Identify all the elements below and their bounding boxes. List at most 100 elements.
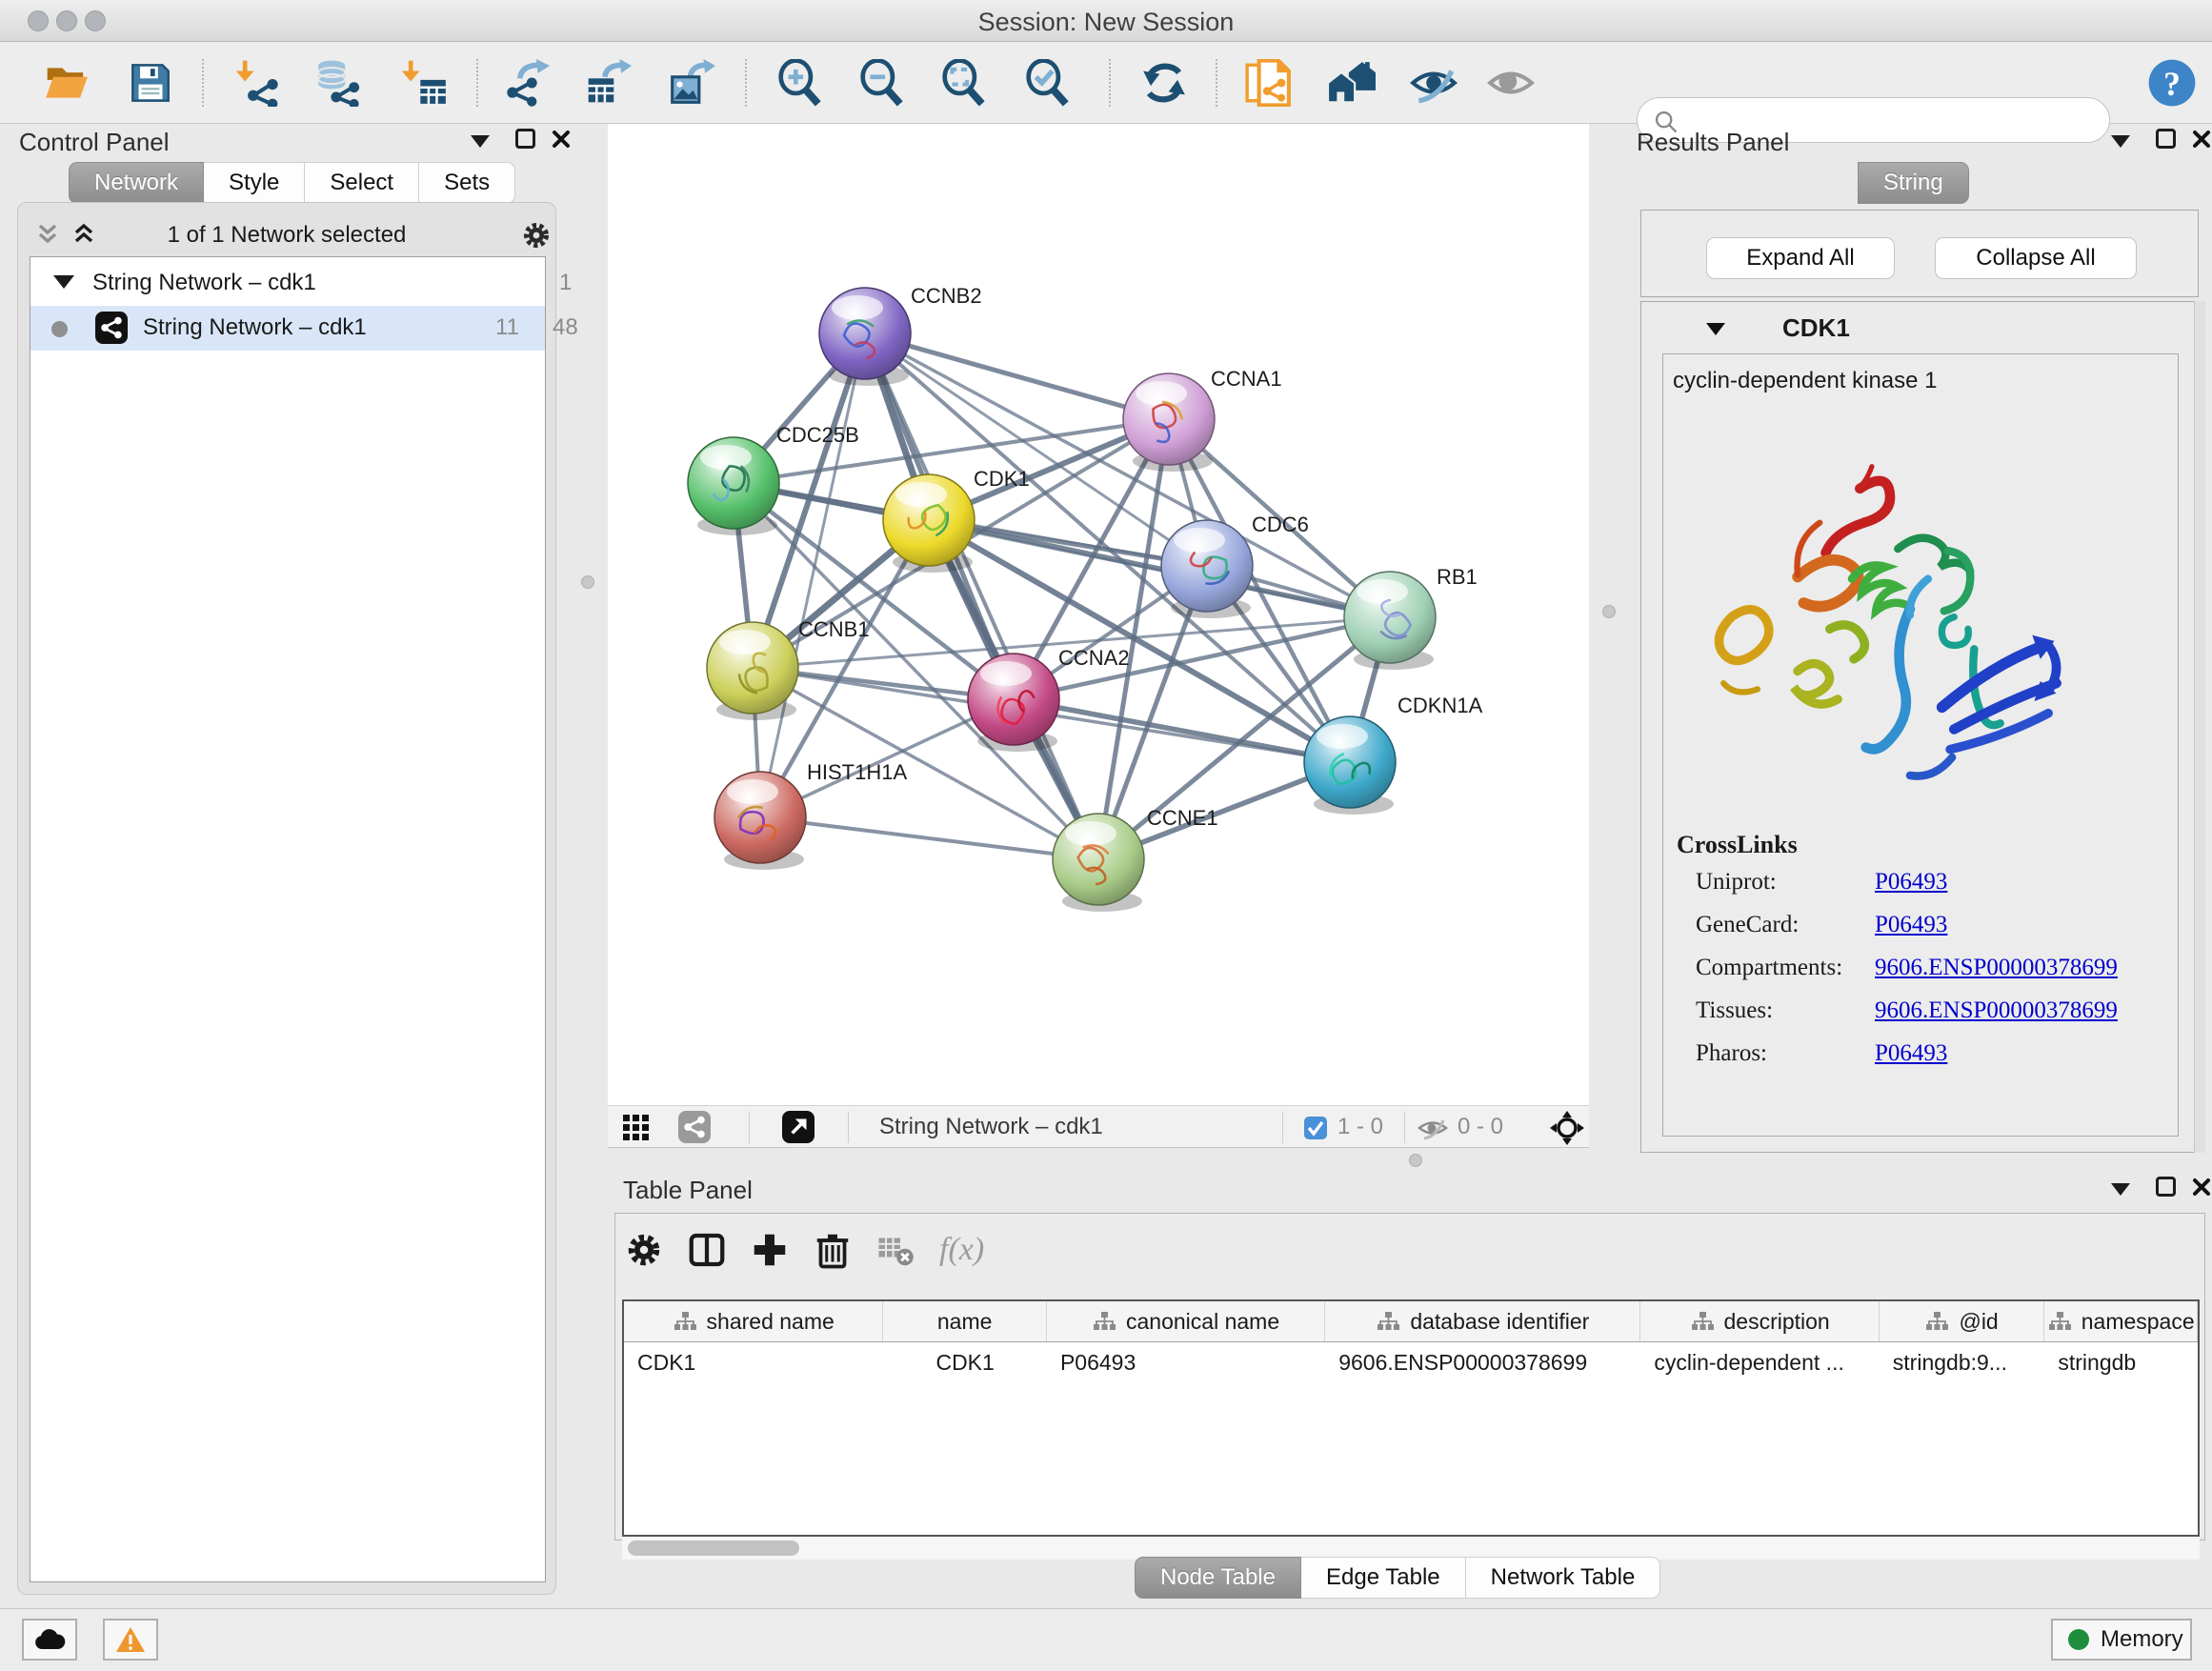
show-columns-icon[interactable] (688, 1231, 726, 1269)
save-session-icon[interactable] (124, 56, 177, 110)
column-header-namespace[interactable]: namespace (2044, 1301, 2198, 1341)
network-canvas[interactable]: CCNB2CCNA1CDC25BCDK1CDC6RB1CCNB1CCNA2CDK… (608, 124, 1589, 1105)
network-edge-CCNB2-HIST1H1A[interactable] (760, 333, 865, 817)
cloud-button[interactable] (22, 1619, 77, 1661)
crosslink-value-link[interactable]: 9606.ENSP00000378699 (1875, 997, 2118, 1024)
table-cell[interactable]: cyclin-dependent ... (1640, 1342, 1879, 1384)
import-network-icon[interactable] (232, 56, 286, 110)
zoom-fit-icon[interactable] (937, 56, 991, 110)
zoom-selected-icon[interactable] (1021, 56, 1075, 110)
fit-content-crosshair-icon[interactable] (1549, 1110, 1585, 1146)
memory-button[interactable]: Memory (2051, 1619, 2192, 1661)
table-cell[interactable]: stringdb (2044, 1342, 2198, 1384)
network-edge-CCNB2-RB1[interactable] (865, 333, 1390, 617)
zoom-in-icon[interactable] (774, 56, 827, 110)
network-node-CDC6[interactable] (1161, 520, 1253, 618)
panel-close-icon[interactable] (2191, 129, 2212, 150)
left-splitter-handle[interactable] (581, 575, 594, 589)
hide-unhide-icon[interactable] (1407, 56, 1460, 110)
open-session-icon[interactable] (40, 56, 93, 110)
tree-expander-icon[interactable] (53, 275, 74, 289)
clone-network-icon[interactable] (1241, 56, 1295, 110)
add-column-icon[interactable] (751, 1231, 789, 1269)
results-scrollbar[interactable] (2194, 301, 2205, 1153)
tab-string[interactable]: String (1858, 162, 1969, 204)
column-header-canonical-name[interactable]: canonical name (1047, 1301, 1325, 1341)
hidden-eye-slash-icon[interactable] (1418, 1115, 1448, 1141)
network-edge-HIST1H1A-CCNE1[interactable] (760, 817, 1098, 859)
tree-column-icon (1376, 1311, 1400, 1332)
open-in-window-button[interactable] (782, 1111, 814, 1143)
table-gear-icon[interactable] (625, 1231, 663, 1269)
crosslink-value-link[interactable]: P06493 (1875, 1040, 1947, 1067)
export-network-icon[interactable] (499, 56, 553, 110)
table-cell[interactable]: CDK1 (883, 1342, 1047, 1384)
refresh-icon[interactable] (1137, 56, 1191, 110)
import-table-icon[interactable] (398, 56, 452, 110)
column-header-name[interactable]: name (883, 1301, 1047, 1341)
panel-close-icon[interactable] (551, 129, 572, 150)
hscrollbar-thumb[interactable] (628, 1540, 799, 1556)
network-node-RB1[interactable] (1344, 572, 1436, 670)
import-network-from-database-icon[interactable] (312, 56, 366, 110)
network-node-CDK1[interactable] (883, 474, 975, 573)
network-node-CDC25B[interactable] (688, 437, 779, 535)
export-table-icon[interactable] (581, 56, 634, 110)
horizontal-splitter-handle[interactable] (1409, 1154, 1422, 1167)
network-collection-row[interactable]: String Network – cdk1 1 (30, 261, 545, 306)
tab-style[interactable]: Style (204, 162, 305, 204)
network-node-CCNB1[interactable] (707, 622, 798, 720)
panel-close-icon[interactable] (2191, 1177, 2212, 1198)
network-node-CDKN1A[interactable] (1304, 716, 1396, 815)
network-node-HIST1H1A[interactable] (714, 772, 806, 870)
tab-network-table[interactable]: Network Table (1466, 1557, 1661, 1599)
expand-all-button[interactable]: Expand All (1706, 237, 1895, 279)
network-edge-CCNB2-CCNA1[interactable] (865, 333, 1169, 419)
table-cell[interactable]: CDK1 (624, 1342, 883, 1384)
panel-collapse-icon[interactable] (2111, 135, 2130, 148)
tab-select[interactable]: Select (305, 162, 419, 204)
tab-sets[interactable]: Sets (419, 162, 515, 204)
panel-float-icon[interactable] (515, 129, 535, 149)
column-header-description[interactable]: description (1640, 1301, 1879, 1341)
collapse-all-button[interactable]: Collapse All (1935, 237, 2137, 279)
table-cell[interactable]: 9606.ENSP00000378699 (1325, 1342, 1640, 1384)
export-image-icon[interactable] (665, 56, 718, 110)
column-header-@id[interactable]: @id (1880, 1301, 2045, 1341)
selected-checkbox-icon[interactable] (1303, 1116, 1328, 1140)
tab-edge-table[interactable]: Edge Table (1301, 1557, 1466, 1599)
network-node-CCNE1[interactable] (1053, 814, 1144, 912)
network-row[interactable]: String Network – cdk1 11 48 (30, 306, 545, 351)
delete-column-icon[interactable] (814, 1231, 852, 1269)
node-table[interactable]: shared namenamecanonical namedatabase id… (622, 1299, 2200, 1537)
houses-icon[interactable] (1325, 56, 1378, 110)
panel-collapse-icon[interactable] (471, 135, 490, 148)
gear-icon[interactable] (521, 220, 552, 251)
help-icon[interactable]: ? (2145, 56, 2199, 110)
eye-icon[interactable] (1484, 56, 1538, 110)
crosslink-value-link[interactable]: P06493 (1875, 912, 1947, 938)
toolbar-separator (1282, 1112, 1283, 1143)
network-node-CCNA1[interactable] (1123, 373, 1215, 472)
crosslink-value-link[interactable]: 9606.ENSP00000378699 (1875, 955, 2118, 981)
network-type-button[interactable] (678, 1111, 711, 1143)
column-header-database-identifier[interactable]: database identifier (1325, 1301, 1640, 1341)
panel-collapse-icon[interactable] (2111, 1183, 2130, 1196)
panel-float-icon[interactable] (2156, 1177, 2176, 1197)
tab-node-table[interactable]: Node Table (1135, 1557, 1301, 1599)
table-cell[interactable]: stringdb:9... (1880, 1342, 2045, 1384)
network-node-CCNB2[interactable] (819, 288, 911, 386)
right-splitter-handle[interactable] (1602, 605, 1616, 618)
column-header-shared-name[interactable]: shared name (624, 1301, 883, 1341)
panel-float-icon[interactable] (2156, 129, 2176, 149)
zoom-out-icon[interactable] (855, 56, 909, 110)
crosslink-value-link[interactable]: P06493 (1875, 869, 1947, 896)
birdseye-grid-icon[interactable] (621, 1113, 652, 1143)
table-cell[interactable]: P06493 (1047, 1342, 1325, 1384)
item-expander-icon[interactable] (1706, 323, 1725, 335)
network-list: String Network – cdk1 1 String Network –… (30, 256, 546, 1582)
tab-network[interactable]: Network (69, 162, 204, 204)
warnings-button[interactable] (103, 1619, 158, 1661)
table-row[interactable]: CDK1CDK1P064939606.ENSP00000378699cyclin… (624, 1342, 2198, 1384)
network-node-CCNA2[interactable] (968, 654, 1059, 752)
